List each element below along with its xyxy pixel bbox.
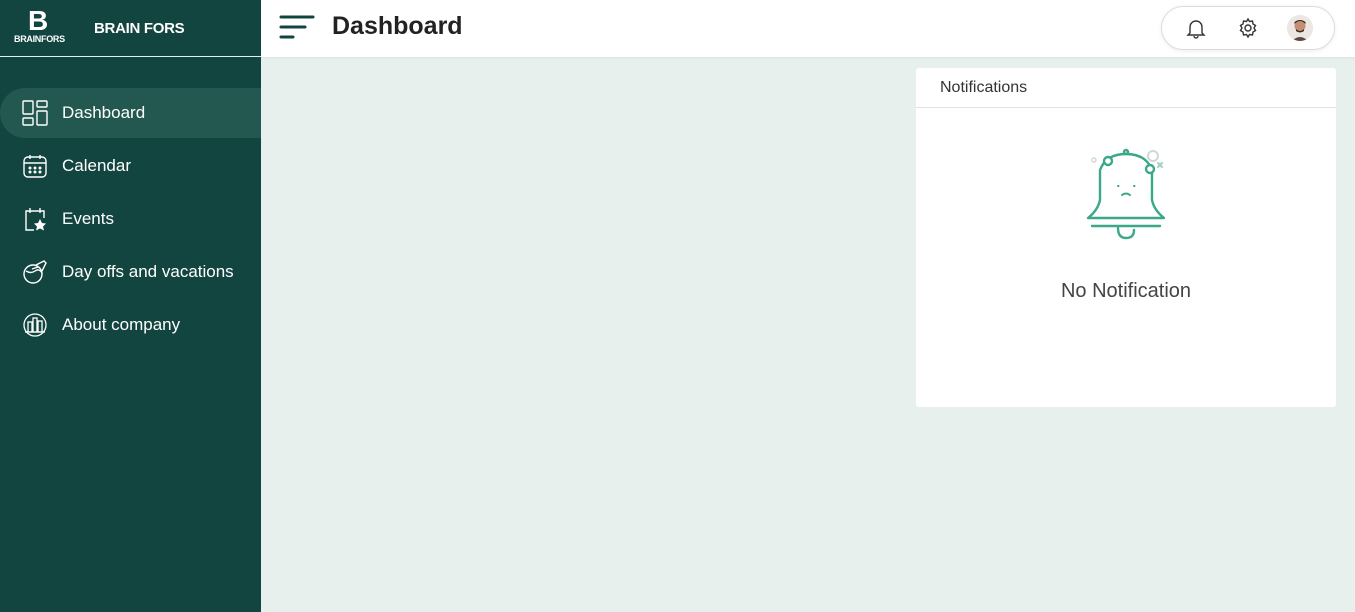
- logo-subtext: BRAINFORS: [14, 34, 65, 44]
- plane-globe-icon: [22, 259, 48, 285]
- brand: B BRAINFORS BRAIN FORS: [0, 0, 261, 57]
- gear-icon[interactable]: [1234, 14, 1262, 42]
- sidebar-item-label: Events: [62, 209, 114, 228]
- bell-icon[interactable]: [1182, 14, 1210, 42]
- user-avatar[interactable]: [1286, 14, 1314, 42]
- empty-bell-illustration: [1084, 148, 1168, 247]
- dashboard-grid-icon: [22, 100, 48, 126]
- menu-toggle-icon[interactable]: [279, 15, 315, 41]
- logo-letter: B: [28, 5, 48, 36]
- sidebar-item-label: Dashboard: [62, 103, 146, 122]
- calendar-star-icon: [22, 206, 48, 232]
- sidebar-item-events[interactable]: Events: [0, 194, 261, 244]
- topbar: Dashboard: [261, 0, 1355, 57]
- calendar-icon: [22, 153, 48, 179]
- header-actions: [1161, 6, 1335, 50]
- sidebar-item-dashboard[interactable]: Dashboard: [0, 88, 261, 138]
- sidebar: B BRAINFORS BRAIN FORS Dashboard Calenda…: [0, 0, 261, 612]
- brand-logo[interactable]: B BRAINFORS: [14, 5, 76, 48]
- sidebar-item-about-company[interactable]: About company: [0, 300, 261, 350]
- page-title: Dashboard: [332, 12, 463, 40]
- brand-name: BRAIN FORS: [94, 19, 185, 37]
- sidebar-item-label: About company: [62, 315, 181, 334]
- building-icon: [22, 312, 48, 338]
- empty-notifications-message: No Notification: [1060, 280, 1192, 302]
- notifications-title: Notifications: [916, 68, 1336, 108]
- notifications-panel: Notifications No Notification: [916, 68, 1336, 407]
- sidebar-item-day-offs[interactable]: Day offs and vacations: [0, 247, 261, 297]
- sidebar-nav: Dashboard Calendar Events Day offs and v…: [0, 88, 261, 350]
- avatar-image: [1287, 15, 1313, 41]
- sidebar-item-label: Calendar: [62, 156, 131, 175]
- sidebar-item-label: Day offs and vacations: [62, 262, 234, 281]
- sidebar-item-calendar[interactable]: Calendar: [0, 141, 261, 191]
